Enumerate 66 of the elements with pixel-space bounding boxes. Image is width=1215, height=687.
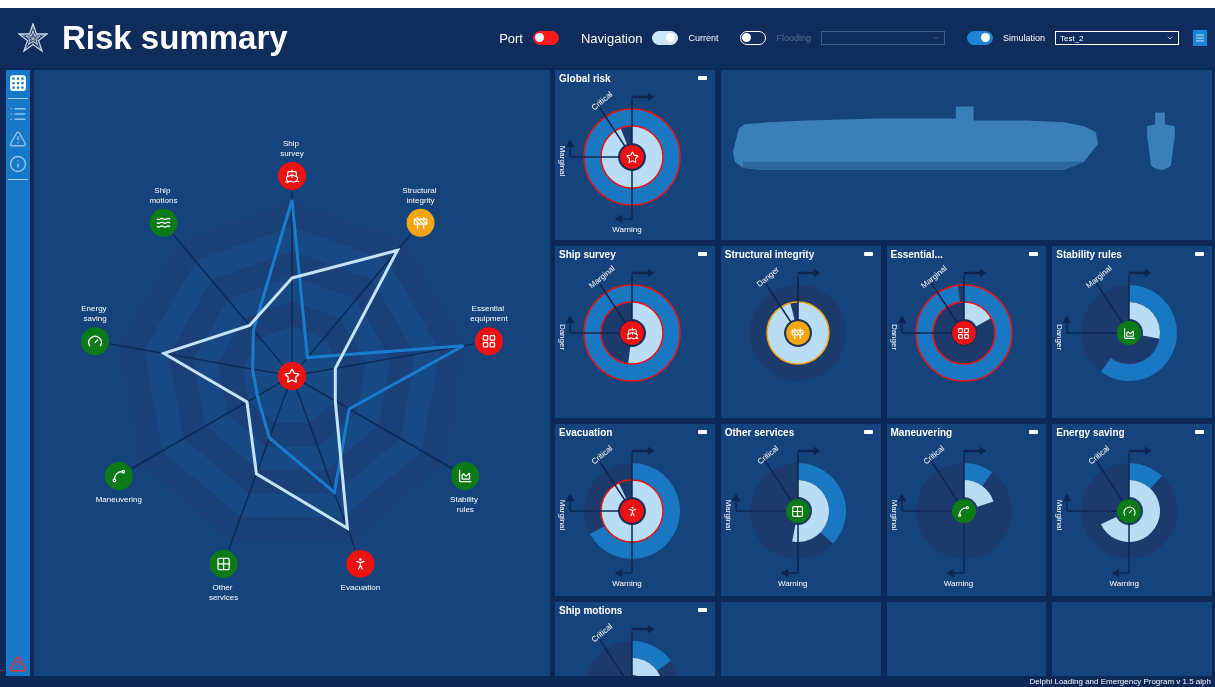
gauge-label: Warning bbox=[1109, 578, 1139, 588]
page-title: Risk summary bbox=[62, 19, 288, 57]
category-label: Evacuation bbox=[340, 582, 381, 592]
category-label: Energy saving bbox=[81, 304, 107, 324]
gauge-label: Warning bbox=[612, 578, 642, 588]
gauge-label: Danger bbox=[889, 323, 898, 351]
minimize-button[interactable] bbox=[863, 252, 873, 256]
card-title: Structural integrity bbox=[724, 248, 815, 260]
toggle-switch[interactable] bbox=[533, 31, 559, 45]
toggle-label: Flooding bbox=[776, 33, 811, 43]
star-web-logo-icon bbox=[18, 23, 48, 53]
gauge-label: Danger bbox=[1054, 323, 1064, 351]
curve-icon[interactable] bbox=[104, 462, 133, 490]
toggle-switch[interactable] bbox=[966, 31, 993, 45]
minimize-button[interactable] bbox=[1029, 252, 1039, 256]
category-label: Essential equipment bbox=[470, 304, 508, 324]
card-title: Maneuvering bbox=[890, 426, 953, 438]
person-icon[interactable] bbox=[346, 549, 375, 578]
minimize-button[interactable] bbox=[697, 430, 707, 434]
area-chart-icon[interactable] bbox=[451, 462, 480, 490]
caret-icon bbox=[1166, 34, 1174, 42]
gauge-label: Warning bbox=[612, 224, 642, 234]
card-title: Evacuation bbox=[559, 426, 613, 438]
ship-icon[interactable] bbox=[278, 162, 306, 190]
gauge-label: Marginal bbox=[1054, 499, 1064, 531]
card-title: Global risk bbox=[559, 72, 611, 84]
category-label: Ship survey bbox=[280, 139, 304, 158]
barrier-icon[interactable] bbox=[406, 208, 435, 237]
category-label: Maneuvering bbox=[95, 495, 142, 504]
minimize-button[interactable] bbox=[1029, 430, 1039, 434]
toggle-label: Simulation bbox=[1002, 33, 1045, 43]
card-title: Ship motions bbox=[559, 604, 623, 616]
minimize-button[interactable] bbox=[697, 76, 707, 80]
card-title: Other services bbox=[724, 426, 795, 438]
menu-icon bbox=[1195, 33, 1205, 43]
card-title: Energy saving bbox=[1056, 426, 1125, 438]
gauge-label: Marginal bbox=[557, 499, 567, 531]
grid-icon[interactable] bbox=[209, 549, 238, 578]
waves-icon[interactable] bbox=[149, 208, 178, 237]
status-bar: Delphi Loading and Emergency Program v 1.5 alph bbox=[0, 676, 1215, 687]
gauge-label: Marginal bbox=[723, 499, 733, 531]
category-label: Other services bbox=[208, 582, 239, 602]
card-title: Essential... bbox=[890, 248, 943, 260]
gauge-label: Danger bbox=[557, 323, 567, 351]
ship-front-view-drawing bbox=[1146, 112, 1175, 170]
gauge-label: Marginal bbox=[557, 145, 567, 177]
star-node-icon bbox=[278, 362, 306, 390]
category-label: Ship motions bbox=[149, 185, 178, 205]
minimize-button[interactable] bbox=[863, 430, 873, 434]
minimize-button[interactable] bbox=[697, 608, 707, 612]
card-title: Ship survey bbox=[559, 248, 616, 260]
card-title: Stability rules bbox=[1056, 248, 1122, 260]
grid-button[interactable] bbox=[8, 73, 28, 93]
grid-icon[interactable] bbox=[474, 327, 503, 356]
gauge-icon[interactable] bbox=[81, 327, 110, 356]
gauge-label: Warning bbox=[943, 578, 974, 588]
category-label: Structural integrity bbox=[402, 185, 437, 205]
toggle-label: Port bbox=[499, 30, 523, 46]
category-label: Stability rules bbox=[450, 495, 479, 514]
toggle-label: Navigation bbox=[581, 30, 643, 46]
gauge-label: Warning bbox=[778, 578, 808, 588]
dropdown[interactable]: Test_2 bbox=[1055, 31, 1179, 45]
gauge-label: Marginal bbox=[889, 499, 898, 531]
minimize-button[interactable] bbox=[697, 252, 707, 256]
caret-icon bbox=[931, 34, 940, 42]
toggle-label: Current bbox=[688, 33, 719, 43]
